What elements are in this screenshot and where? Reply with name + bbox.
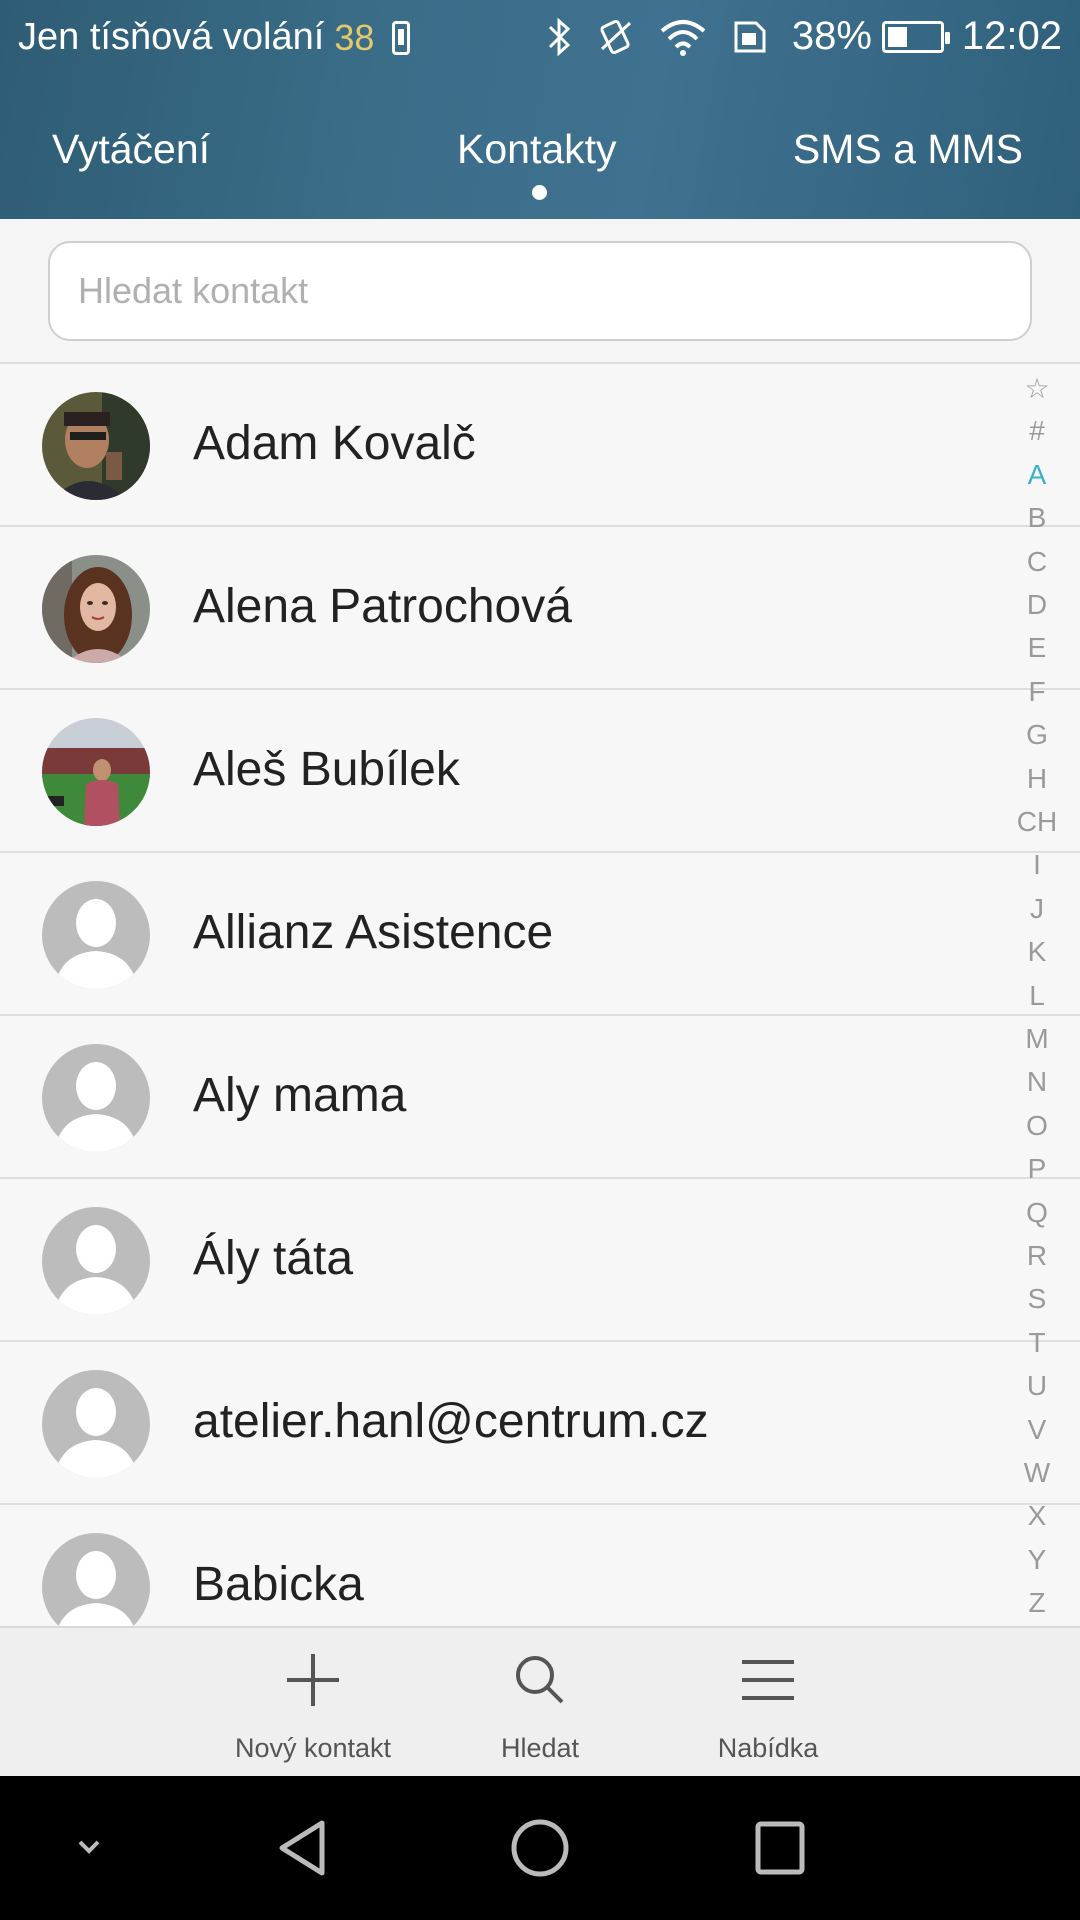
alphabet-index-letter[interactable]: C <box>1004 546 1070 578</box>
contact-row[interactable]: Aleš Bubílek <box>0 690 1080 853</box>
back-icon[interactable] <box>270 1776 334 1920</box>
alphabet-index-letter[interactable]: K <box>1004 936 1070 968</box>
tab-messages[interactable]: SMS a MMS <box>793 126 1023 173</box>
alphabet-index-letter[interactable]: W <box>1004 1457 1070 1489</box>
battery-icon <box>881 20 950 53</box>
alphabet-index-letter[interactable]: ☆ <box>1004 372 1070 405</box>
alphabet-index-letter[interactable]: G <box>1004 719 1070 751</box>
search-input[interactable] <box>48 241 1032 341</box>
battery-percent: 38% <box>791 14 872 58</box>
alphabet-index-letter[interactable]: F <box>1004 676 1070 708</box>
contact-row[interactable]: Ály táta <box>0 1179 1080 1342</box>
alphabet-index-letter[interactable]: A <box>1004 459 1070 491</box>
search-button[interactable]: Hledat <box>430 1628 650 1778</box>
contact-row[interactable]: Alena Patrochová <box>0 527 1080 690</box>
alphabet-index-letter[interactable]: Z <box>1004 1587 1070 1619</box>
tab-dialer[interactable]: Vytáčení <box>52 126 210 173</box>
alphabet-index-letter[interactable]: J <box>1004 893 1070 925</box>
alphabet-index-letter[interactable]: M <box>1004 1023 1070 1055</box>
contact-list[interactable]: Adam Kovalč Alena Patrochová Aleš Bubíle… <box>0 364 1080 1626</box>
menu-label: Nabídka <box>717 1733 819 1763</box>
bluetooth-icon <box>544 17 574 57</box>
alphabet-index-letter[interactable]: O <box>1004 1110 1070 1142</box>
phone-icon <box>392 20 411 55</box>
contact-name: Aly mama <box>193 1069 407 1122</box>
search-icon <box>516 1656 564 1704</box>
alphabet-index-letter[interactable]: T <box>1004 1327 1070 1359</box>
search-area <box>0 219 1080 364</box>
alphabet-index-letter[interactable]: # <box>1004 415 1070 447</box>
bottom-toolbar: Nový kontakt Hledat Nabídka <box>0 1626 1080 1776</box>
sim-icon <box>730 17 770 57</box>
signal-count: 38 <box>334 16 375 58</box>
recents-icon[interactable] <box>750 1776 810 1920</box>
alphabet-index[interactable]: ☆ # A B C D E F G H CH I J K L M N O P Q R S T U V W X Y Z <box>1004 372 1070 1626</box>
alphabet-index-letter[interactable]: N <box>1004 1066 1070 1098</box>
wifi-icon <box>658 17 708 57</box>
alphabet-index-letter[interactable]: V <box>1004 1414 1070 1446</box>
menu-icon <box>742 1660 794 1700</box>
contact-row[interactable]: Adam Kovalč <box>0 364 1080 527</box>
alphabet-index-letter[interactable]: E <box>1004 632 1070 664</box>
contact-name: Aleš Bubílek <box>193 743 460 796</box>
alphabet-index-letter[interactable]: Y <box>1004 1544 1070 1576</box>
contact-name: Ály táta <box>193 1232 354 1285</box>
status-left: Jen tísňová volání 38 <box>18 16 411 59</box>
contact-photo-avatar <box>42 718 150 826</box>
alphabet-index-letter[interactable]: B <box>1004 502 1070 534</box>
vibrate-icon <box>596 17 636 57</box>
default-avatar-icon <box>42 1533 150 1626</box>
new-contact-label: Nový kontakt <box>234 1733 392 1763</box>
search-label: Hledat <box>500 1733 580 1763</box>
battery-fill <box>887 26 907 47</box>
contact-row[interactable]: Aly mama <box>0 1016 1080 1179</box>
status-bar: Jen tísňová volání 38 38% 12:02 <box>0 0 1080 78</box>
hide-keyboard-chevron-icon[interactable] <box>62 1776 116 1920</box>
contact-photo-avatar <box>42 392 150 500</box>
alphabet-index-letter[interactable]: I <box>1004 849 1070 881</box>
clock: 12:02 <box>961 14 1062 58</box>
alphabet-index-letter[interactable]: H <box>1004 763 1070 795</box>
alphabet-index-letter[interactable]: CH <box>1004 806 1070 838</box>
system-nav-bar <box>0 1776 1080 1920</box>
plus-icon <box>287 1654 339 1706</box>
default-avatar-icon <box>42 881 150 989</box>
alphabet-index-letter[interactable]: Q <box>1004 1197 1070 1229</box>
contact-name: Adam Kovalč <box>193 417 476 470</box>
active-tab-indicator <box>532 185 547 200</box>
contact-row[interactable]: Allianz Asistence <box>0 853 1080 1016</box>
alphabet-index-letter[interactable]: X <box>1004 1500 1070 1532</box>
status-right: 38% 12:02 <box>522 14 1062 59</box>
contact-name: Babicka <box>193 1558 364 1611</box>
alphabet-index-letter[interactable]: S <box>1004 1283 1070 1315</box>
contact-name: Allianz Asistence <box>193 906 554 959</box>
app-header: Jen tísňová volání 38 38% 12:02 Vytáčení… <box>0 0 1080 219</box>
alphabet-index-letter[interactable]: D <box>1004 589 1070 621</box>
alphabet-index-letter[interactable]: R <box>1004 1240 1070 1272</box>
default-avatar-icon <box>42 1044 150 1152</box>
contact-name: atelier.hanl@centrum.cz <box>193 1395 709 1448</box>
contact-name: Alena Patrochová <box>193 580 572 633</box>
contact-row[interactable]: Babicka <box>0 1505 1080 1626</box>
default-avatar-icon <box>42 1370 150 1478</box>
tab-contacts[interactable]: Kontakty <box>457 126 617 173</box>
contact-photo-avatar <box>42 555 150 663</box>
contact-row[interactable]: atelier.hanl@centrum.cz <box>0 1342 1080 1505</box>
alphabet-index-letter[interactable]: L <box>1004 980 1070 1012</box>
new-contact-button[interactable]: Nový kontakt <box>203 1628 423 1778</box>
alphabet-index-letter[interactable]: U <box>1004 1370 1070 1402</box>
home-icon[interactable] <box>508 1776 572 1920</box>
default-avatar-icon <box>42 1207 150 1315</box>
menu-button[interactable]: Nabídka <box>658 1628 878 1778</box>
tab-bar: Vytáčení Kontakty SMS a MMS <box>0 100 1080 210</box>
carrier-text: Jen tísňová volání <box>18 16 325 58</box>
alphabet-index-letter[interactable]: P <box>1004 1153 1070 1185</box>
